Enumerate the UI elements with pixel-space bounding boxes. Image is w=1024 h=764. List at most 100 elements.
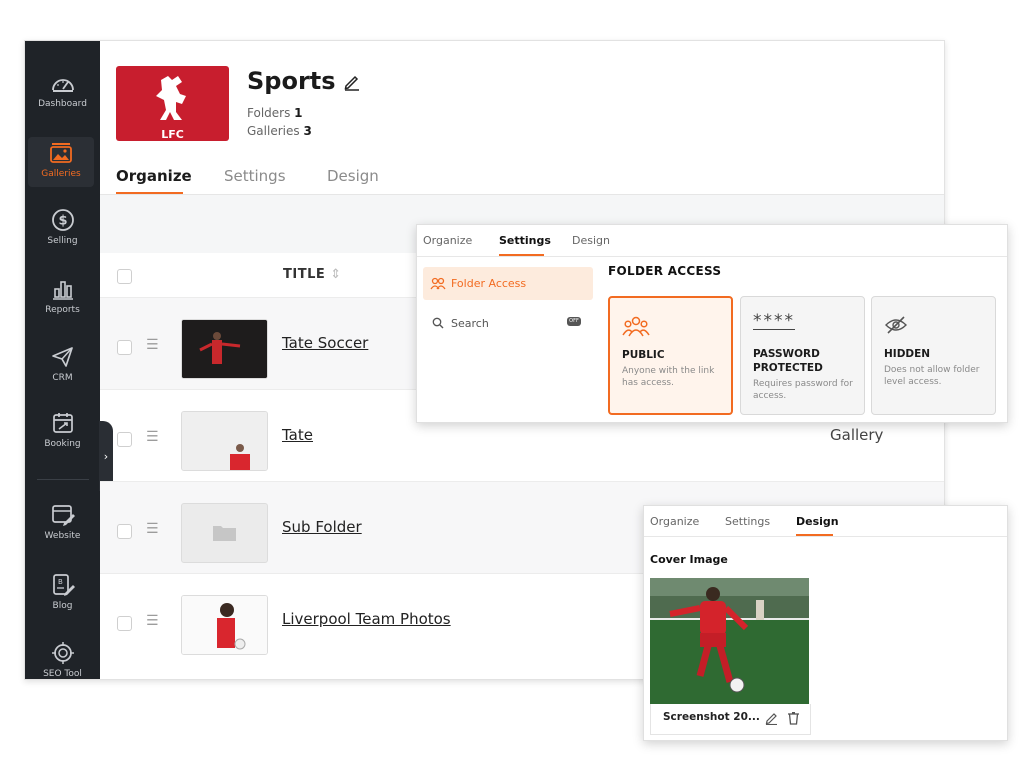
- sidebar-item-label: Galleries: [41, 169, 81, 179]
- sidebar: Dashboard Galleries $ Selling Reports CR…: [25, 41, 100, 679]
- photo-player-icon: [182, 412, 267, 470]
- drag-handle-icon[interactable]: ☰: [146, 522, 159, 536]
- sidebar-item-seo-tool[interactable]: SEO Tool: [25, 641, 100, 679]
- sidebar-item-label: Reports: [45, 305, 80, 315]
- folders-count: Folders 1: [247, 106, 303, 120]
- access-option-password-protected[interactable]: **** PASSWORD PROTECTED Requires password…: [740, 296, 865, 415]
- search-icon: [432, 317, 444, 329]
- edit-title-button[interactable]: [343, 73, 361, 95]
- design-panel-tab-design[interactable]: Design: [796, 515, 839, 528]
- settings-panel: Organize Settings Design Folder Access S…: [416, 224, 1008, 423]
- row-checkbox[interactable]: [117, 524, 132, 539]
- sidebar-item-label: Booking: [44, 439, 81, 449]
- drag-handle-icon[interactable]: ☰: [146, 430, 159, 444]
- page-title: Sports: [247, 67, 336, 95]
- access-option-hidden[interactable]: HIDDEN Does not allow folder level acces…: [871, 296, 996, 415]
- row-title-link[interactable]: Liverpool Team Photos: [282, 610, 451, 628]
- folder-icon: [213, 526, 236, 541]
- sidebar-item-crm[interactable]: CRM: [25, 345, 100, 383]
- website-edit-icon: [51, 505, 75, 526]
- sidebar-item-label: Blog: [52, 601, 73, 611]
- galleries-count: Galleries 3: [247, 124, 312, 138]
- image-icon: [50, 143, 72, 163]
- select-all-checkbox[interactable]: [117, 269, 132, 284]
- sidebar-item-label: CRM: [52, 373, 73, 383]
- eye-slash-icon: [885, 316, 907, 334]
- drag-handle-icon[interactable]: ☰: [146, 338, 159, 352]
- liverbird-crest-icon: LFC: [156, 76, 186, 141]
- sidebar-item-booking[interactable]: Booking: [25, 411, 100, 449]
- row-checkbox[interactable]: [117, 432, 132, 447]
- svg-text:$: $: [58, 214, 67, 229]
- sidebar-item-blog[interactable]: B Blog: [25, 573, 100, 611]
- option-title: HIDDEN: [884, 348, 931, 360]
- sidebar-item-dashboard[interactable]: Dashboard: [25, 73, 100, 109]
- option-title: PUBLIC: [622, 349, 665, 361]
- option-description: Anyone with the link has access.: [622, 366, 715, 388]
- row-title-link[interactable]: Tate Soccer: [282, 334, 368, 352]
- paper-plane-icon: [51, 347, 73, 367]
- search-toggle-off[interactable]: OFF: [567, 317, 581, 326]
- menu-item-folder-access[interactable]: Folder Access: [423, 267, 593, 300]
- cover-lfc-text: LFC: [161, 128, 184, 141]
- settings-panel-tab-design[interactable]: Design: [572, 234, 610, 247]
- photo-player-icon: [182, 596, 267, 654]
- row-checkbox[interactable]: [117, 616, 132, 631]
- row-thumbnail: [181, 503, 268, 563]
- seo-target-icon: [51, 642, 74, 664]
- gauge-icon: [51, 79, 74, 92]
- row-thumbnail: [181, 319, 268, 379]
- row-type-label: Gallery: [830, 426, 884, 444]
- sidebar-item-label: Dashboard: [38, 99, 87, 109]
- people-group-icon: [622, 316, 650, 337]
- pencil-icon[interactable]: [765, 712, 778, 725]
- soccer-player-photo: [650, 578, 809, 704]
- menu-item-label: Search: [451, 317, 489, 330]
- option-description: Requires password for access.: [753, 379, 853, 401]
- sidebar-item-selling[interactable]: $ Selling: [25, 208, 100, 246]
- sort-icon: ⇕: [330, 267, 342, 282]
- sidebar-item-label: SEO Tool: [43, 669, 82, 679]
- row-thumbnail: [181, 595, 268, 655]
- row-thumbnail: [181, 411, 268, 471]
- trash-icon[interactable]: [787, 711, 800, 725]
- cover-image-footer: Screenshot 20...: [650, 704, 811, 735]
- tab-settings[interactable]: Settings: [224, 167, 286, 185]
- dollar-circle-icon: $: [51, 209, 74, 231]
- row-checkbox[interactable]: [117, 340, 132, 355]
- folder-access-heading: FOLDER ACCESS: [608, 264, 722, 278]
- column-header-title[interactable]: TITLE ⇕: [283, 267, 342, 282]
- sidebar-item-galleries[interactable]: Galleries: [28, 137, 94, 187]
- design-panel-tab-organize[interactable]: Organize: [650, 515, 699, 528]
- access-option-public[interactable]: PUBLIC Anyone with the link has access.: [608, 296, 733, 415]
- svg-text:B: B: [58, 578, 63, 586]
- design-panel-tab-settings[interactable]: Settings: [725, 515, 770, 528]
- drag-handle-icon[interactable]: ☰: [146, 614, 159, 628]
- bar-chart-icon: [52, 281, 73, 300]
- settings-panel-tab-settings[interactable]: Settings: [499, 234, 551, 247]
- sidebar-item-reports[interactable]: Reports: [25, 277, 100, 315]
- cover-image-preview[interactable]: [650, 578, 809, 704]
- users-icon: [430, 277, 446, 290]
- pencil-icon: [344, 75, 359, 91]
- password-asterisk-icon: ****: [753, 311, 795, 331]
- cover-image-label: Cover Image: [650, 553, 728, 566]
- settings-panel-tab-organize[interactable]: Organize: [423, 234, 472, 247]
- calendar-icon: [52, 413, 73, 433]
- sidebar-item-label: Selling: [47, 236, 78, 246]
- option-description: Does not allow folder level access.: [884, 365, 980, 387]
- folder-cover-thumbnail: LFC: [116, 66, 229, 141]
- panel-divider: [644, 536, 1007, 537]
- sidebar-item-label: Website: [44, 531, 81, 541]
- sidebar-item-website[interactable]: Website: [25, 503, 100, 541]
- row-title-link[interactable]: Tate: [282, 426, 313, 444]
- row-title-link[interactable]: Sub Folder: [282, 518, 362, 536]
- tab-organize[interactable]: Organize: [116, 167, 192, 185]
- blog-edit-icon: B: [52, 574, 75, 596]
- cover-image-filename: Screenshot 20...: [663, 711, 760, 723]
- panel-divider: [417, 256, 1007, 257]
- tab-design[interactable]: Design: [327, 167, 379, 185]
- photo-player-icon: [182, 320, 267, 378]
- menu-item-label: Folder Access: [451, 277, 527, 290]
- option-title: PASSWORD PROTECTED: [753, 348, 823, 374]
